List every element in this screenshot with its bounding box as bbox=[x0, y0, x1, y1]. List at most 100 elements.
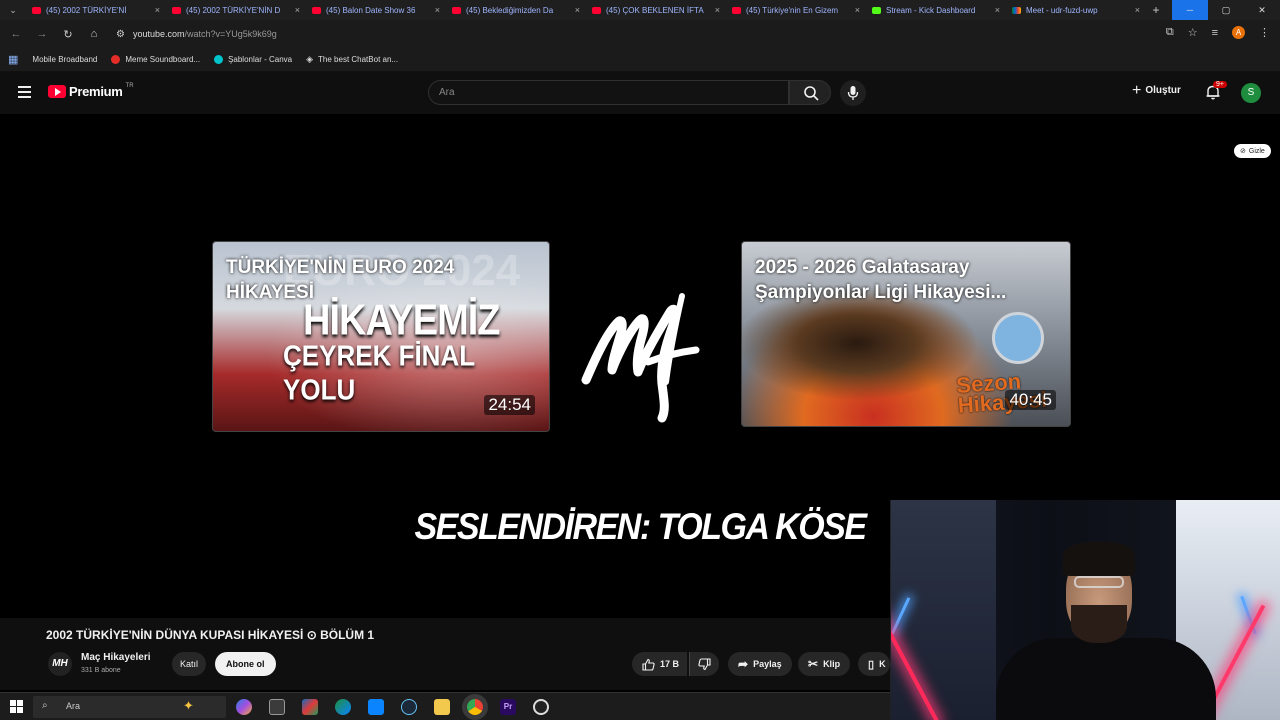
browser-profile-avatar[interactable]: A bbox=[1232, 26, 1245, 39]
search-icon: ⌕ bbox=[42, 700, 48, 711]
browser-tab[interactable]: (45) 2002 TÜRKİYE'Nİ × bbox=[26, 0, 166, 20]
browser-tab-strip: ⌄ (45) 2002 TÜRKİYE'Nİ × (45) 2002 TÜRKİY… bbox=[0, 0, 1280, 20]
reading-list-icon[interactable]: ≡ bbox=[1212, 27, 1218, 39]
share-arrow-icon: ➦ bbox=[738, 657, 749, 671]
browser-tab[interactable]: (45) Beklediğimizden Da × bbox=[446, 0, 586, 20]
meet-favicon-icon bbox=[1012, 6, 1021, 14]
tab-search-icon[interactable]: ⌄ bbox=[0, 5, 26, 16]
save-button[interactable]: ▯ K bbox=[858, 652, 890, 676]
windows-start-icon[interactable] bbox=[10, 700, 23, 713]
browser-tab[interactable]: Meet - udr-fuzd-uwp × bbox=[1006, 0, 1146, 20]
video-title: 2002 TÜRKİYE'NİN DÜNYA KUPASI HİKAYESİ ⊙… bbox=[46, 628, 375, 642]
tab-close-icon[interactable]: × bbox=[295, 5, 300, 15]
close-window-button[interactable]: ✕ bbox=[1244, 0, 1280, 20]
join-button[interactable]: Katıl bbox=[172, 652, 207, 676]
edge-icon[interactable] bbox=[335, 699, 351, 715]
steam-icon[interactable] bbox=[401, 699, 417, 715]
apps-grid-icon[interactable]: ▦ bbox=[8, 53, 18, 66]
endscreen-video-card[interactable]: EURO 2024 TÜRKİYE'NİN EURO 2024 HİKAYESİ… bbox=[212, 241, 550, 432]
bookmark-star-icon[interactable]: ☆ bbox=[1188, 26, 1198, 39]
endscreen-video-card[interactable]: 2025 - 2026 Galatasaray Şampiyonlar Ligi… bbox=[741, 241, 1071, 427]
club-crest-icon bbox=[992, 312, 1044, 364]
thumbs-down-icon bbox=[698, 657, 711, 670]
duration-badge: 40:45 bbox=[1005, 390, 1056, 410]
hide-endscreen-button[interactable]: ⊘ Gizle bbox=[1234, 144, 1271, 158]
new-tab-button[interactable]: + bbox=[1146, 3, 1166, 17]
bookmarks-bar: ▦ Mobile Broadband Meme Soundboard... Şa… bbox=[0, 48, 1280, 72]
bookmark-item[interactable]: Meme Soundboard... bbox=[111, 55, 200, 64]
bookmark-icon: ▯ bbox=[868, 658, 875, 671]
copilot-sparkle-icon[interactable]: ✦ bbox=[183, 698, 194, 714]
tab-close-icon[interactable]: × bbox=[1135, 5, 1140, 15]
account-avatar[interactable]: S bbox=[1241, 83, 1261, 103]
like-button[interactable]: 17 B bbox=[632, 652, 688, 676]
calendar-app-icon[interactable] bbox=[269, 699, 285, 715]
obs-icon[interactable] bbox=[533, 699, 549, 715]
notifications-button[interactable]: 9+ bbox=[1205, 81, 1227, 102]
card-title: 2025 - 2026 Galatasaray Şampiyonlar Ligi… bbox=[755, 257, 1007, 303]
window-controls: ─ ▢ ✕ bbox=[1172, 0, 1280, 20]
youtube-favicon-icon bbox=[172, 6, 181, 14]
microphone-icon bbox=[847, 86, 859, 100]
browser-tab[interactable]: (45) Balon Date Show 36 × bbox=[306, 0, 446, 20]
menu-kebab-icon[interactable]: ⋮ bbox=[1259, 26, 1270, 39]
minimize-button[interactable]: ─ bbox=[1172, 0, 1208, 20]
bookmark-item[interactable]: ◈ The best ChatBot an... bbox=[306, 54, 398, 65]
site-info-icon[interactable]: ⚙ bbox=[116, 29, 125, 40]
clip-button[interactable]: ✂ Klip bbox=[798, 652, 851, 676]
youtube-favicon-icon bbox=[592, 6, 601, 14]
youtube-favicon-icon bbox=[312, 6, 321, 14]
channel-logo-mh bbox=[581, 293, 700, 423]
install-app-icon[interactable]: ⧉ bbox=[1166, 26, 1174, 39]
reload-icon[interactable]: ↻ bbox=[60, 28, 76, 41]
address-bar: ← → ↻ ⌂ ⚙ youtube.com/watch?v=YUg5k9k69g… bbox=[0, 20, 1280, 48]
channel-avatar[interactable]: MH bbox=[48, 652, 72, 676]
maximize-button[interactable]: ▢ bbox=[1208, 0, 1244, 20]
browser-tab[interactable]: Stream - Kick Dashboard × bbox=[866, 0, 1006, 20]
tab-close-icon[interactable]: × bbox=[995, 5, 1000, 15]
store-icon[interactable] bbox=[368, 699, 384, 715]
tab-close-icon[interactable]: × bbox=[715, 5, 720, 15]
dislike-button[interactable] bbox=[689, 652, 719, 676]
subscribe-button[interactable]: Abone ol bbox=[215, 652, 276, 676]
search-input[interactable]: Ara bbox=[428, 80, 789, 105]
url-field[interactable]: ⚙ youtube.com/watch?v=YUg5k9k69g bbox=[116, 29, 277, 40]
forward-arrow-icon[interactable]: → bbox=[34, 28, 50, 40]
voice-search-button[interactable] bbox=[840, 80, 866, 106]
home-icon[interactable]: ⌂ bbox=[86, 28, 102, 40]
premiere-pro-icon[interactable]: Pr bbox=[500, 699, 516, 715]
taskbar-search-input[interactable]: Ara bbox=[33, 696, 226, 718]
tab-close-icon[interactable]: × bbox=[575, 5, 580, 15]
menu-hamburger-icon[interactable] bbox=[18, 86, 31, 101]
thumbs-up-icon bbox=[642, 658, 655, 671]
duration-badge: 24:54 bbox=[484, 395, 535, 415]
browser-tab[interactable]: (45) 2002 TÜRKİYE'NİN D × bbox=[166, 0, 306, 20]
windows-taskbar: Ara ⌕ ✦ Pr bbox=[0, 692, 890, 720]
create-button[interactable]: + Oluştur bbox=[1132, 82, 1181, 98]
office-icon[interactable] bbox=[302, 699, 318, 715]
browser-tab[interactable]: (45) ÇOK BEKLENEN İFTA × bbox=[586, 0, 726, 20]
bookmark-item[interactable]: Mobile Broadband bbox=[32, 55, 97, 64]
youtube-header: Premium TR Ara + Oluştur 9+ S bbox=[0, 72, 1280, 114]
webcam-overlay bbox=[890, 500, 1280, 720]
search-button[interactable] bbox=[789, 80, 831, 105]
youtube-premium-logo[interactable]: Premium TR bbox=[48, 83, 134, 99]
bookmark-item[interactable]: Şablonlar - Canva bbox=[214, 55, 292, 64]
channel-name[interactable]: Maç Hikayeleri bbox=[81, 652, 151, 663]
back-arrow-icon[interactable]: ← bbox=[8, 28, 24, 40]
soundboard-icon bbox=[111, 55, 121, 64]
file-explorer-icon[interactable] bbox=[434, 699, 450, 715]
tab-close-icon[interactable]: × bbox=[435, 5, 440, 15]
canva-icon bbox=[214, 55, 224, 64]
youtube-favicon-icon bbox=[732, 6, 741, 14]
chatbot-icon: ◈ bbox=[306, 54, 314, 64]
browser-tab[interactable]: (45) Türkiye'nin En Gizem × bbox=[726, 0, 866, 20]
share-button[interactable]: ➦ Paylaş bbox=[728, 652, 792, 676]
chrome-icon[interactable] bbox=[467, 699, 483, 715]
youtube-favicon-icon bbox=[32, 6, 41, 14]
subscriber-count: 331 B abone bbox=[81, 667, 121, 674]
tab-close-icon[interactable]: × bbox=[855, 5, 860, 15]
youtube-favicon-icon bbox=[452, 6, 461, 14]
tab-close-icon[interactable]: × bbox=[155, 5, 160, 15]
copilot-icon[interactable] bbox=[236, 699, 252, 715]
